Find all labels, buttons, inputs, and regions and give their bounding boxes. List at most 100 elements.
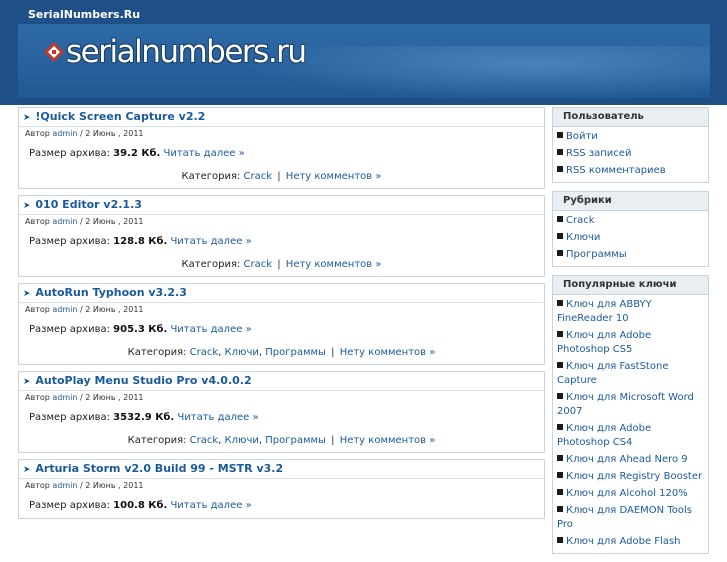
bullet-icon — [557, 233, 563, 239]
category-link-programs[interactable]: Программы — [265, 347, 326, 358]
post-arrow-icon: ➤ — [23, 201, 31, 211]
post-date: / 2 Июнь , 2011 — [80, 481, 144, 490]
bullet-icon — [557, 362, 563, 368]
list-item: Crack — [557, 213, 704, 230]
key-link[interactable]: Ключ для Alcohol 120% — [566, 488, 688, 499]
rss-posts-link[interactable]: RSS записей — [566, 148, 631, 159]
read-more-link[interactable]: Читать далее » — [177, 412, 258, 423]
post-date: / 2 Июнь , 2011 — [80, 393, 144, 402]
key-link[interactable]: Ключ для ABBYY FineReader 10 — [557, 299, 652, 324]
category-link-keys[interactable]: Ключи — [225, 435, 259, 446]
post: ➤ AutoRun Typhoon v3.2.3 Автор admin / 2… — [18, 283, 545, 365]
size-value: 100.8 Кб. — [113, 500, 168, 511]
comma: , — [258, 435, 263, 446]
rubric-link[interactable]: Ключи — [566, 232, 600, 243]
list-item: Ключ для Ahead Nero 9 — [557, 452, 704, 469]
post-title-row: ➤ AutoRun Typhoon v3.2.3 — [19, 284, 544, 303]
category-link-keys[interactable]: Ключи — [225, 347, 259, 358]
post-arrow-icon: ➤ — [23, 465, 31, 475]
category-link[interactable]: Crack — [244, 259, 273, 270]
rubric-link[interactable]: Crack — [566, 215, 595, 226]
post-meta: Автор admin / 2 Июнь , 2011 — [19, 215, 544, 229]
key-link[interactable]: Ключ для Adobe Flash — [566, 536, 681, 547]
list-item: Программы — [557, 247, 704, 264]
post-list: ➤ !Quick Screen Capture v2.2 Автор admin… — [18, 107, 545, 525]
site-header: SerialNumbers.Ru serialnumbers.ru — [0, 0, 727, 105]
author-link[interactable]: admin — [52, 393, 77, 402]
key-link[interactable]: Ключ для Adobe Photoshop CS4 — [557, 423, 651, 448]
post-title-row: ➤ 010 Editor v2.1.3 — [19, 196, 544, 215]
category-link[interactable]: Crack — [244, 171, 273, 182]
comments-link[interactable]: Нету комментов » — [286, 259, 382, 270]
category-label: Категория: — [181, 259, 241, 270]
widget-list: Войти RSS записей RSS комментариев — [553, 127, 708, 182]
category-link-crack[interactable]: Crack — [190, 435, 219, 446]
post-size: Размер архива: 128.8 Кб. Читать далее » — [19, 229, 544, 254]
bullet-icon — [557, 472, 563, 478]
author-link[interactable]: admin — [52, 217, 77, 226]
bullet-icon — [557, 300, 563, 306]
read-more-link[interactable]: Читать далее » — [170, 324, 251, 335]
post-arrow-icon: ➤ — [23, 377, 31, 387]
logo-mark-icon — [44, 42, 64, 62]
widget-popular-keys: Популярные ключи Ключ для ABBYY FineRead… — [552, 275, 709, 554]
category-link-programs[interactable]: Программы — [265, 435, 326, 446]
list-item: Ключ для FastStone Capture — [557, 359, 704, 390]
post-title-row: ➤ Arturia Storm v2.0 Build 99 - MSTR v3.… — [19, 460, 544, 479]
widget-title: Рубрики — [553, 192, 708, 211]
key-link[interactable]: Ключ для Adobe Photoshop CS5 — [557, 330, 651, 355]
comma: , — [258, 347, 263, 358]
post: ➤ AutoPlay Menu Studio Pro v4.0.0.2 Авто… — [18, 371, 545, 453]
post-meta: Автор admin / 2 Июнь , 2011 — [19, 391, 544, 405]
post-title-link[interactable]: AutoRun Typhoon v3.2.3 — [35, 286, 186, 299]
post-meta: Автор admin / 2 Июнь , 2011 — [19, 479, 544, 493]
size-value: 905.3 Кб. — [113, 324, 168, 335]
post-title-link[interactable]: AutoPlay Menu Studio Pro v4.0.0.2 — [35, 374, 251, 387]
meta-prefix: Автор — [25, 393, 50, 402]
list-item: Ключи — [557, 230, 704, 247]
list-item: Ключ для ABBYY FineReader 10 — [557, 297, 704, 328]
comments-link[interactable]: Нету комментов » — [340, 347, 436, 358]
comments-link[interactable]: Нету комментов » — [340, 435, 436, 446]
post-title-row: ➤ !Quick Screen Capture v2.2 — [19, 108, 544, 127]
list-item: Ключ для Registry Booster — [557, 469, 704, 486]
separator: | — [277, 171, 281, 182]
key-link[interactable]: Ключ для Registry Booster — [566, 471, 702, 482]
author-link[interactable]: admin — [52, 481, 77, 490]
post-title-link[interactable]: !Quick Screen Capture v2.2 — [35, 110, 205, 123]
key-link[interactable]: Ключ для DAEMON Tools Pro — [557, 505, 692, 530]
post-categories: Категория: Crack | Нету комментов » — [19, 254, 544, 276]
key-link[interactable]: Ключ для FastStone Capture — [557, 361, 668, 386]
logo-text: serialnumbers.ru — [66, 34, 307, 70]
bullet-icon — [557, 331, 563, 337]
post-categories: Категория: Crack | Нету комментов » — [19, 166, 544, 188]
read-more-link[interactable]: Читать далее » — [163, 148, 244, 159]
login-link[interactable]: Войти — [566, 131, 598, 142]
site-logo[interactable]: serialnumbers.ru — [44, 34, 307, 70]
post: ➤ !Quick Screen Capture v2.2 Автор admin… — [18, 107, 545, 189]
bullet-icon — [557, 216, 563, 222]
widget-list: Crack Ключи Программы — [553, 211, 708, 266]
read-more-link[interactable]: Читать далее » — [170, 236, 251, 247]
post-title-link[interactable]: 010 Editor v2.1.3 — [35, 198, 142, 211]
widget-rubrics: Рубрики Crack Ключи Программы — [552, 191, 709, 267]
author-link[interactable]: admin — [52, 129, 77, 138]
size-label: Размер архива: — [29, 500, 110, 511]
read-more-link[interactable]: Читать далее » — [170, 500, 251, 511]
author-link[interactable]: admin — [52, 305, 77, 314]
key-link[interactable]: Ключ для Ahead Nero 9 — [566, 454, 688, 465]
comma: , — [218, 435, 222, 446]
meta-prefix: Автор — [25, 217, 50, 226]
post-title-row: ➤ AutoPlay Menu Studio Pro v4.0.0.2 — [19, 372, 544, 391]
list-item: Ключ для Adobe Flash — [557, 534, 704, 551]
key-link[interactable]: Ключ для Microsoft Word 2007 — [557, 392, 694, 417]
bullet-icon — [557, 166, 563, 172]
post-title-link[interactable]: Arturia Storm v2.0 Build 99 - MSTR v3.2 — [35, 462, 283, 475]
site-title[interactable]: SerialNumbers.Ru — [28, 8, 140, 21]
comments-link[interactable]: Нету комментов » — [286, 171, 382, 182]
category-link-crack[interactable]: Crack — [190, 347, 219, 358]
rubric-link[interactable]: Программы — [566, 249, 627, 260]
meta-prefix: Автор — [25, 481, 50, 490]
list-item: Войти — [557, 129, 704, 146]
rss-comments-link[interactable]: RSS комментариев — [566, 165, 666, 176]
